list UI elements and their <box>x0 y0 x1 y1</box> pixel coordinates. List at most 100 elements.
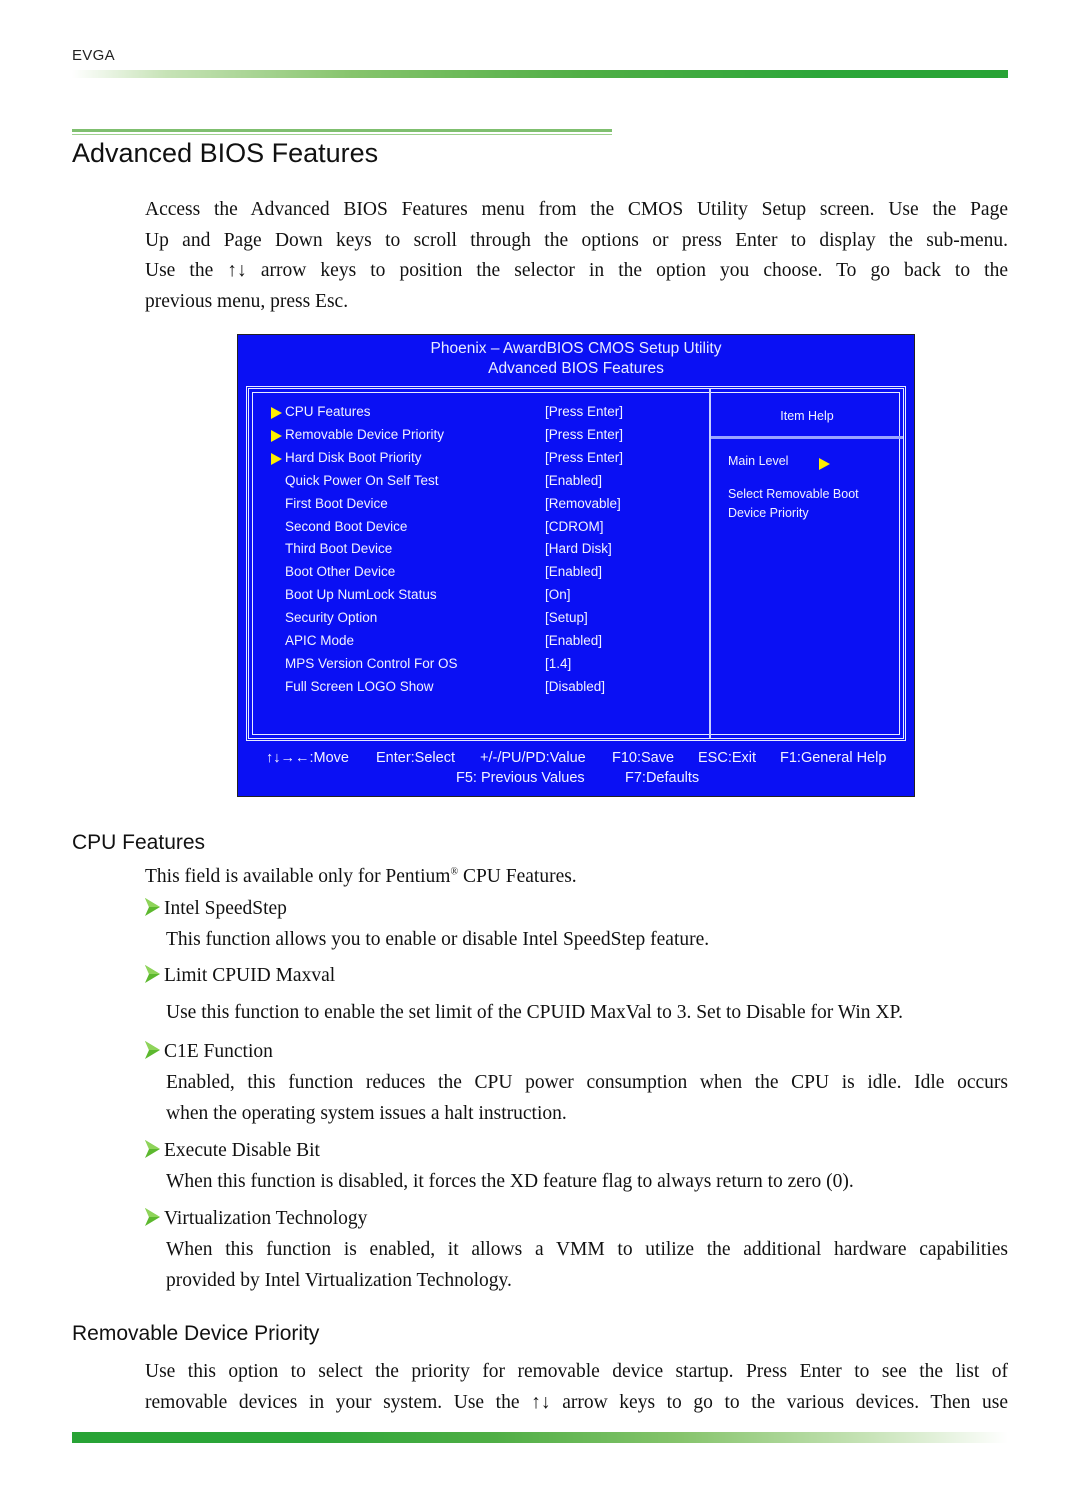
description-line: provided by Intel Virtualization Technol… <box>166 1269 512 1291</box>
bios-item-value: [Enabled] <box>545 472 603 488</box>
bios-item-label: Boot Up NumLock Status <box>285 587 437 603</box>
intro-line: Use the ↑↓ arrow keys to position the se… <box>145 260 1008 281</box>
item-help-title: Item Help <box>780 409 834 423</box>
bios-item-label: MPS Version Control For OS <box>285 655 458 671</box>
bios-title: Phoenix – AwardBIOS CMOS Setup Utility <box>430 340 722 357</box>
intro-line: Access the Advanced BIOS Features menu f… <box>145 199 1008 220</box>
bios-item-label: Boot Other Device <box>285 564 396 580</box>
chevron-right-icon <box>144 1139 161 1159</box>
feature-title-text: C1E Function <box>164 1041 273 1062</box>
key-hint-defaults: F7:Defaults <box>625 770 700 786</box>
bios-menu-frame: CPU Features [Press Enter] Removable Devic… <box>246 386 906 741</box>
description-line: Use this function to enable the set limi… <box>166 1002 904 1023</box>
feature-description: Use this function to enable the set limi… <box>166 998 1008 1029</box>
help-text-line: Select Removable Boot <box>728 487 859 501</box>
main-level-arrow-icon <box>819 458 830 470</box>
feature-description: This function allows you to enable or di… <box>166 925 1008 956</box>
feature-title-text: Limit CPUID Maxval <box>164 965 336 986</box>
bios-subtitle: Advanced BIOS Features <box>488 360 664 377</box>
description-line: When this function is enabled, it allows… <box>166 1239 1008 1260</box>
feature-description: When this function is disabled, it force… <box>166 1167 1008 1198</box>
bios-item-label: Third Boot Device <box>285 541 393 557</box>
submenu-arrow-icon <box>271 429 282 442</box>
bios-item-label: First Boot Device <box>285 495 388 511</box>
help-divider <box>711 436 903 439</box>
bios-item-label: Hard Disk Boot Priority <box>285 449 422 465</box>
description-line: When this function is disabled, it force… <box>166 1171 854 1192</box>
bios-menu-item[interactable]: MPS Version Control For OS [1.4] <box>249 656 704 679</box>
feature-item-title: Virtualization Technology <box>144 1207 367 1230</box>
header-gradient-bar <box>72 70 1008 78</box>
brand-logo-text: EVGA <box>72 47 115 64</box>
bios-menu-item[interactable]: Boot Other Device [Enabled] <box>249 564 704 587</box>
key-hint-save: F10:Save <box>612 750 675 766</box>
description-line: Enabled, this function reduces the CPU p… <box>166 1072 1008 1093</box>
bios-item-label: APIC Mode <box>285 633 355 648</box>
footer-gradient-bar <box>72 1432 1008 1443</box>
feature-title-text: Virtualization Technology <box>164 1208 368 1229</box>
feature-title-text: Intel SpeedStep <box>164 898 287 919</box>
cpu-features-intro: This field is available only for Pentium… <box>145 866 577 888</box>
feature-item-title: Intel SpeedStep <box>144 897 287 920</box>
bios-item-label: Quick Power On Self Test <box>285 472 439 488</box>
bios-menu-item[interactable]: CPU Features [Press Enter] <box>249 404 704 427</box>
feature-description: Enabled, this function reduces the CPU p… <box>166 1068 1008 1129</box>
bios-menu-item[interactable]: APIC Mode [Enabled] <box>249 633 704 656</box>
paragraph-line: removable devices in your system. Use th… <box>145 1391 1008 1413</box>
registered-mark: ® <box>450 866 459 878</box>
intro-text: This field is available only for Pentium <box>145 866 451 887</box>
page-title: Advanced BIOS Features <box>72 138 379 168</box>
chevron-right-icon <box>144 1040 161 1060</box>
bios-item-label: Full Screen LOGO Show <box>285 678 434 694</box>
bios-menu-item[interactable]: First Boot Device [Removable] <box>249 496 704 519</box>
key-hint-move: ↑↓→←:Move <box>266 750 349 766</box>
feature-item-title: C1E Function <box>144 1040 273 1063</box>
bios-menu-item[interactable]: Boot Up NumLock Status [On] <box>249 587 704 610</box>
bios-menu-item[interactable]: Hard Disk Boot Priority [Press Enter] <box>249 450 704 473</box>
feature-description: When this function is enabled, it allows… <box>166 1235 1008 1296</box>
bios-menu-item[interactable]: Removable Device Priority [Press Enter] <box>249 427 704 450</box>
bios-column-divider <box>709 389 711 738</box>
bios-menu-item[interactable]: Third Boot Device [Hard Disk] <box>249 541 704 564</box>
bios-item-value: [Press Enter] <box>545 404 624 419</box>
key-hint-previous: F5: Previous Values <box>456 770 585 786</box>
intro-paragraph: Access the Advanced BIOS Features menu f… <box>145 195 1008 317</box>
title-rule <box>72 129 612 135</box>
bios-item-value: [Removable] <box>545 495 621 511</box>
bios-item-value: [Enabled] <box>545 633 603 648</box>
bios-menu-item[interactable]: Security Option [Setup] <box>249 610 704 633</box>
chevron-right-icon <box>144 964 161 984</box>
bios-item-value: [On] <box>545 587 571 603</box>
key-hint-value: +/-/PU/PD:Value <box>480 750 586 766</box>
description-line: when the operating system issues a halt … <box>166 1102 567 1124</box>
key-hint-exit: ESC:Exit <box>698 750 757 766</box>
bios-item-value: [Setup] <box>545 610 588 626</box>
submenu-arrow-icon <box>271 452 282 465</box>
help-text-line: Device Priority <box>728 506 809 520</box>
bios-item-label: Second Boot Device <box>285 518 408 534</box>
intro-text: CPU Features. <box>458 866 577 887</box>
intro-line: Up and Page Down keys to scroll through … <box>145 229 1008 251</box>
bios-item-label: CPU Features <box>285 404 371 419</box>
chevron-right-icon <box>144 897 161 917</box>
bios-item-value: [1.4] <box>545 655 572 671</box>
bios-item-value: [Enabled] <box>545 564 603 580</box>
bios-item-value: [Press Enter] <box>545 426 624 442</box>
key-hint-select: Enter:Select <box>376 750 455 766</box>
bios-item-label: Removable Device Priority <box>285 426 445 442</box>
bios-item-value: [CDROM] <box>545 518 604 534</box>
description-line: This function allows you to enable or di… <box>166 929 710 950</box>
bios-item-value: [Press Enter] <box>545 449 624 465</box>
removable-device-paragraph: Use this option to select the priority f… <box>145 1357 1008 1418</box>
bios-item-label: Security Option <box>285 610 378 626</box>
help-main-level: Main Level <box>728 454 789 468</box>
paragraph-line: Use this option to select the priority f… <box>145 1361 1008 1382</box>
bios-menu-item[interactable]: Full Screen LOGO Show [Disabled] <box>249 679 704 702</box>
bios-menu-item[interactable]: Quick Power On Self Test [Enabled] <box>249 473 704 496</box>
key-hint-help: F1:General Help <box>780 750 887 766</box>
submenu-arrow-icon <box>271 407 282 419</box>
section-heading-removable-device-priority: Removable Device Priority <box>72 1322 320 1345</box>
section-heading-cpu-features: CPU Features <box>72 831 206 854</box>
feature-item-title: Execute Disable Bit <box>144 1139 320 1162</box>
bios-menu-item[interactable]: Second Boot Device [CDROM] <box>249 519 704 542</box>
